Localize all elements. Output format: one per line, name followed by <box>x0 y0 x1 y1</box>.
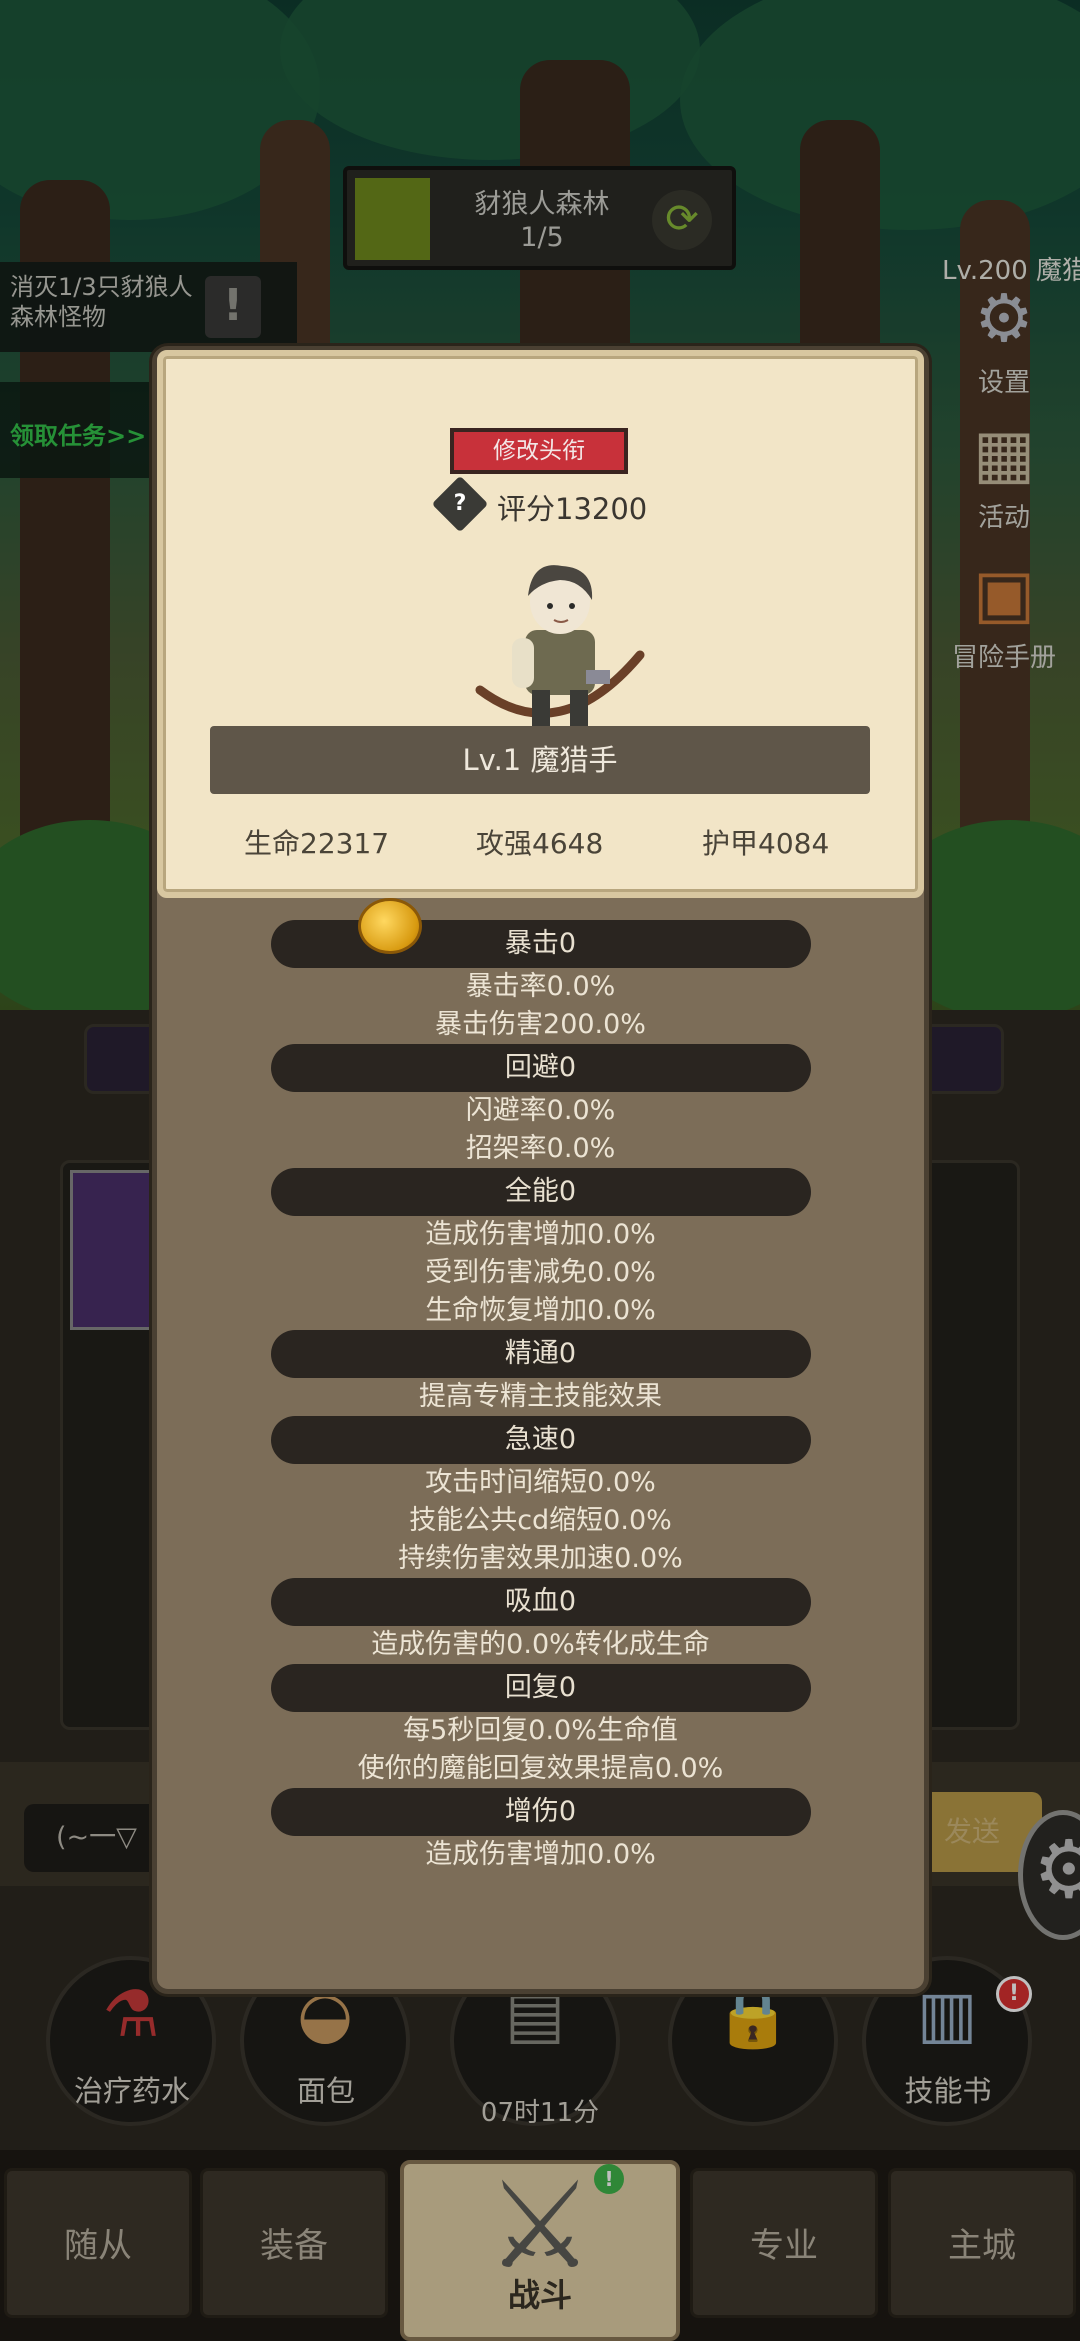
stat-header-versatility: 全能0 <box>270 1168 811 1216</box>
stats-list: 暴击0 暴击率0.0% 暴击伤害200.0% 回避0 闪避率0.0% 招架率0.… <box>157 920 924 1874</box>
stat-line: 受到伤害减免0.0% <box>425 1257 656 1288</box>
stat-line: 持续伤害效果加速0.0% <box>398 1543 683 1574</box>
stat-line: 暴击率0.0% <box>465 971 616 1002</box>
stat-line: 使你的魔能回复效果提高0.0% <box>357 1753 724 1784</box>
stat-line: 造成伤害的0.0%转化成生命 <box>371 1629 710 1660</box>
stat-line: 生命恢复增加0.0% <box>425 1295 656 1326</box>
stat-line: 技能公共cd缩短0.0% <box>409 1505 672 1536</box>
stat-attack: 攻强4648 <box>476 827 604 860</box>
stat-header-evasion: 回避0 <box>270 1044 811 1092</box>
stat-header-damage-bonus: 增伤0 <box>270 1788 811 1836</box>
stat-line: 提高专精主技能效果 <box>419 1381 662 1412</box>
change-title-button[interactable]: 修改头衔 <box>450 428 628 474</box>
stat-armor: 护甲4084 <box>702 827 830 860</box>
score: 评分13200 <box>497 492 648 526</box>
stat-header-mastery: 精通0 <box>270 1330 811 1378</box>
stat-line: 闪避率0.0% <box>465 1095 616 1126</box>
character-portrait <box>475 565 645 730</box>
stat-line: 暴击伤害200.0% <box>435 1009 646 1040</box>
stat-hp: 生命22317 <box>244 827 390 860</box>
stat-line: 攻击时间缩短0.0% <box>425 1467 656 1498</box>
help-icon[interactable]: ? <box>431 475 489 533</box>
stat-header-regen: 回复0 <box>270 1664 811 1712</box>
stat-header-crit: 暴击0 <box>270 920 811 968</box>
stat-line: 每5秒回复0.0%生命值 <box>403 1715 678 1746</box>
stat-header-haste: 急速0 <box>270 1416 811 1464</box>
stat-line: 造成伤害增加0.0% <box>425 1839 656 1870</box>
coin-icon <box>358 898 422 954</box>
class-label: Lv.1 魔猎手 <box>210 726 870 794</box>
stat-line: 招架率0.0% <box>465 1133 616 1164</box>
stat-line: 造成伤害增加0.0% <box>425 1219 656 1250</box>
stat-header-lifesteal: 吸血0 <box>270 1578 811 1626</box>
